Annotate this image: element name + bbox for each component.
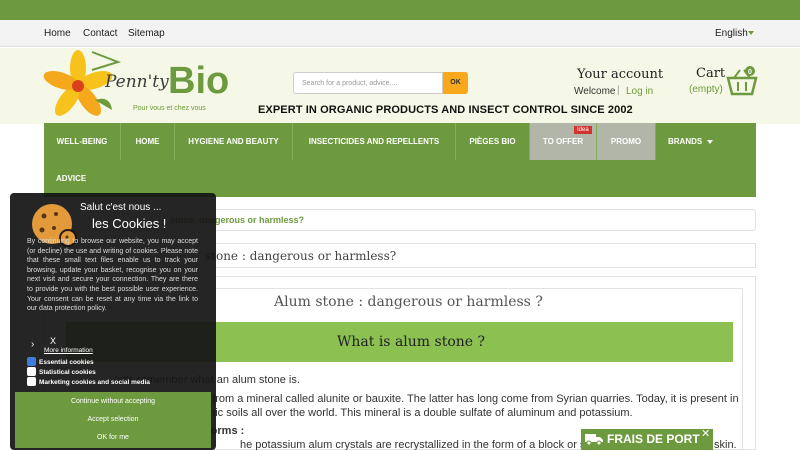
cookie-option-label: Statistical cookies: [39, 369, 96, 376]
search-input[interactable]: Search for a product, advice....: [293, 72, 443, 94]
cookie-option-label: Essential cookies: [39, 359, 94, 366]
logo-bio: Bio: [168, 60, 230, 102]
paragraph: skin.: [714, 439, 737, 450]
nav-pieges-bio[interactable]: PIÈGES BIO: [456, 123, 530, 160]
home-link[interactable]: Home: [44, 28, 71, 39]
cart-count: 0: [748, 69, 752, 76]
utility-bar: Home Contact Sitemap English: [0, 20, 800, 47]
cookie-title: les Cookies !: [92, 216, 167, 231]
logo-text: Penn'ty: [105, 72, 169, 92]
cart-status: (empty): [689, 84, 723, 95]
top-band: [0, 0, 800, 20]
nav-advice[interactable]: ADVICE: [56, 174, 86, 183]
search-button[interactable]: OK: [443, 72, 468, 94]
ok-for-me-button[interactable]: OK for me: [15, 428, 211, 448]
accept-selection-button[interactable]: Accept selection: [15, 410, 211, 430]
section-heading-text: What is alum stone ?: [337, 334, 486, 350]
site-tagline: EXPERT IN ORGANIC PRODUCTS AND INSECT CO…: [258, 104, 633, 116]
statistical-cookies-checkbox[interactable]: [27, 367, 36, 376]
cookie-close-x[interactable]: X: [50, 336, 56, 346]
sitemap-link[interactable]: Sitemap: [128, 28, 165, 39]
more-info-link[interactable]: More information: [44, 347, 93, 354]
idea-badge: Idea: [574, 126, 592, 134]
cookie-greeting: Salut c'est nous ...: [80, 202, 162, 213]
truck-icon: [585, 434, 603, 445]
account-welcome: Welcome: [574, 86, 616, 97]
close-icon[interactable]: ✕: [701, 427, 710, 440]
nav-home[interactable]: HOME: [121, 123, 175, 160]
nav-promo[interactable]: PROMO: [597, 123, 656, 160]
nav-insecticides[interactable]: INSECTICIDES AND REPELLENTS: [293, 123, 456, 160]
paragraph: anic soils all over the world. This mine…: [203, 407, 633, 419]
cart-title[interactable]: Cart: [696, 66, 725, 81]
article-title: Alum stone : dangerous or harmless ?: [274, 294, 543, 310]
paragraph: he potassium alum crystals are recrystal…: [240, 439, 624, 450]
chevron-down-icon: [707, 140, 713, 144]
essential-cookies-checkbox[interactable]: [27, 357, 36, 366]
chevron-down-icon: [748, 31, 754, 35]
marketing-cookies-checkbox[interactable]: [27, 377, 36, 386]
account-title[interactable]: Your account: [577, 67, 663, 82]
account-separator: |: [617, 85, 620, 96]
paragraph: d from a mineral called alunite or bauxi…: [203, 393, 739, 405]
contact-link[interactable]: Contact: [83, 28, 117, 39]
cookie-text: By continuing to browse our website, you…: [27, 238, 198, 313]
chevron-right-icon[interactable]: ›: [31, 339, 34, 350]
language-select[interactable]: English: [715, 28, 748, 39]
basket-icon[interactable]: 0: [726, 66, 758, 96]
nav-well-being[interactable]: WELL-BEING: [44, 123, 121, 160]
free-shipping-label: FRAIS DE PORT: [607, 432, 700, 446]
cookie-option-label: Marketing cookies and social media: [39, 379, 150, 386]
login-link[interactable]: Log in: [626, 86, 653, 97]
continue-without-accepting-button[interactable]: Continue without accepting: [15, 392, 211, 412]
nav-hygiene-beauty[interactable]: HYGIENE AND BEAUTY: [175, 123, 293, 160]
logo-tagline: Pour vous et chez vous: [133, 105, 206, 112]
page-title: stone : dangerous or harmless?: [205, 249, 397, 263]
